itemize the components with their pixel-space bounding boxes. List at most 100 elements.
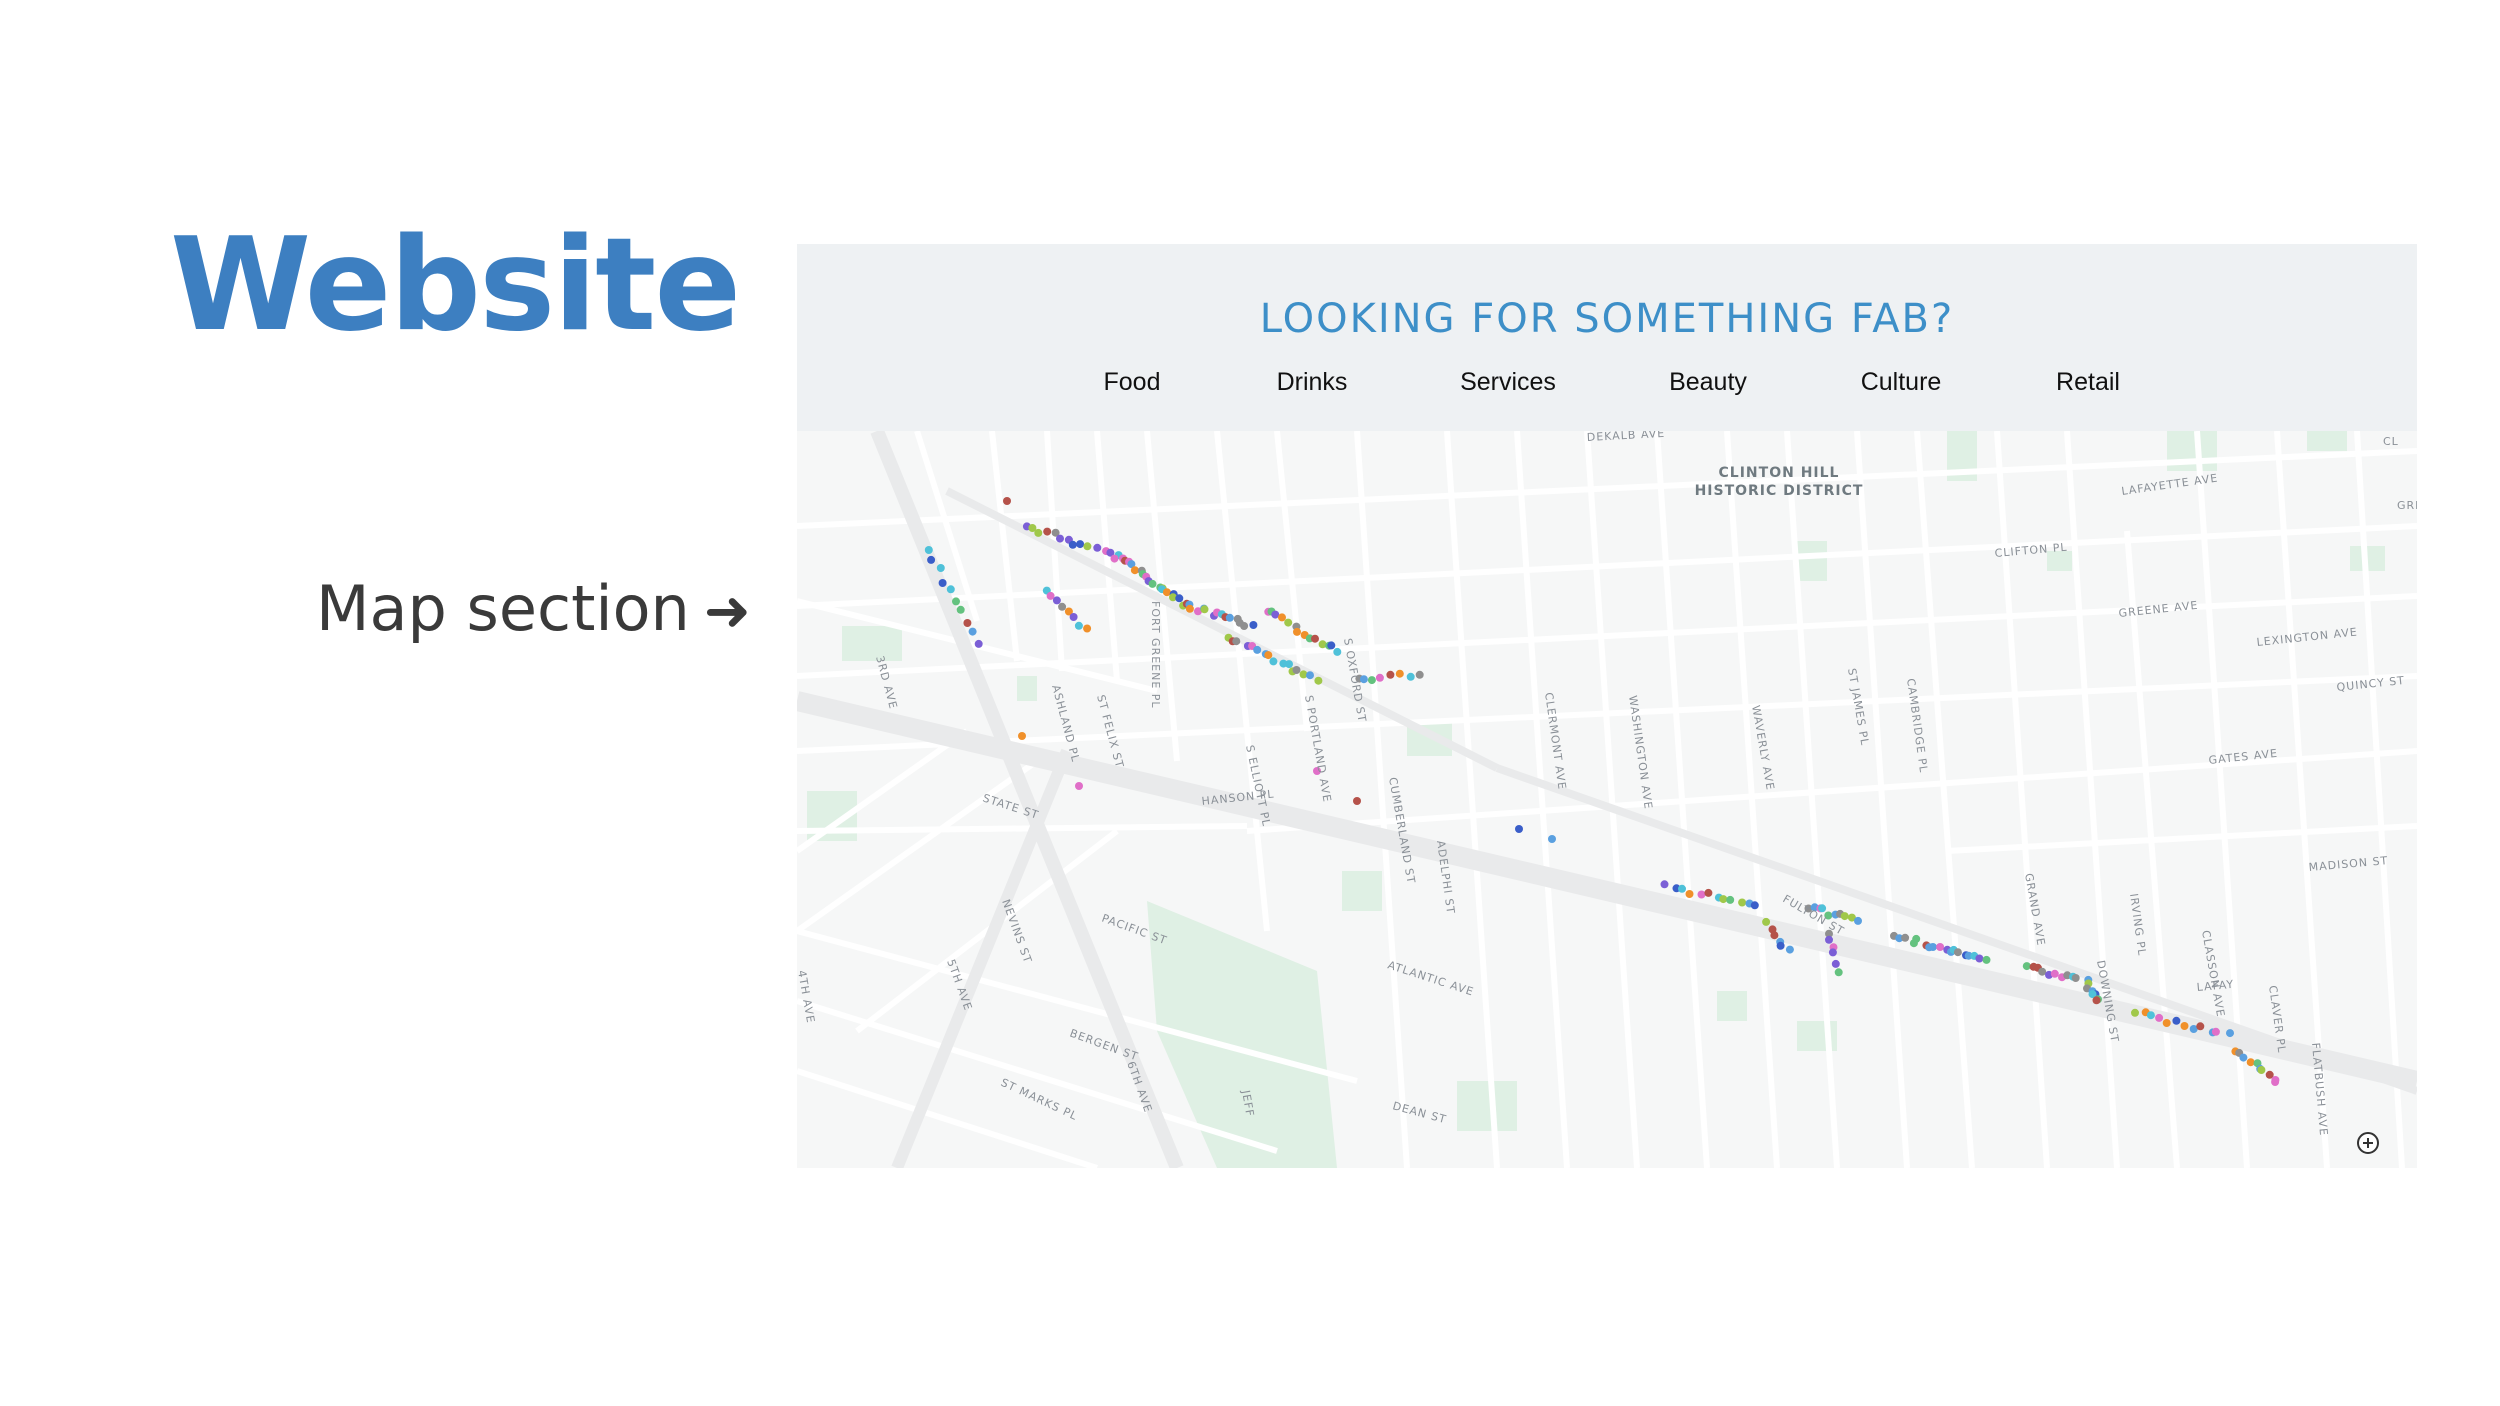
poi-marker[interactable] xyxy=(1185,604,1194,613)
poi-marker[interactable] xyxy=(1083,624,1092,633)
poi-marker[interactable] xyxy=(2246,1058,2255,1067)
poi-marker[interactable] xyxy=(1982,955,1991,964)
poi-marker[interactable] xyxy=(1264,651,1273,660)
poi-marker[interactable] xyxy=(2172,1016,2181,1025)
nav-drinks[interactable]: Drinks xyxy=(1277,368,1348,397)
poi-marker[interactable] xyxy=(2155,1013,2164,1022)
poi-marker[interactable] xyxy=(1704,888,1713,897)
poi-marker[interactable] xyxy=(1292,666,1301,674)
poi-marker[interactable] xyxy=(1785,945,1794,954)
poi-marker[interactable] xyxy=(2196,1022,2205,1031)
poi-marker[interactable] xyxy=(1901,933,1910,942)
poi-marker[interactable] xyxy=(2271,1078,2280,1086)
poi-marker[interactable] xyxy=(963,619,972,627)
poi-marker[interactable] xyxy=(1148,579,1157,588)
poi-marker[interactable] xyxy=(2239,1053,2248,1062)
poi-marker[interactable] xyxy=(1776,941,1785,950)
poi-marker[interactable] xyxy=(1738,898,1747,907)
poi-marker[interactable] xyxy=(924,546,933,554)
poi-marker[interactable] xyxy=(1840,912,1849,921)
poi-marker[interactable] xyxy=(1069,613,1078,621)
poi-marker[interactable] xyxy=(1306,671,1314,680)
poi-marker[interactable] xyxy=(1074,621,1083,630)
nav-food[interactable]: Food xyxy=(1104,368,1161,397)
poi-marker[interactable] xyxy=(1415,670,1424,679)
poi-marker[interactable] xyxy=(1375,673,1384,682)
poi-marker[interactable] xyxy=(1318,640,1327,649)
poi-marker[interactable] xyxy=(1726,895,1735,904)
poi-marker[interactable] xyxy=(1548,835,1556,843)
poi-marker[interactable] xyxy=(1314,676,1323,685)
poi-marker[interactable] xyxy=(1293,627,1301,636)
poi-marker[interactable] xyxy=(2180,1022,2189,1030)
zoom-in-icon[interactable] xyxy=(2357,1132,2379,1154)
poi-marker[interactable] xyxy=(1406,672,1415,681)
poi-marker[interactable] xyxy=(1034,528,1043,537)
poi-marker[interactable] xyxy=(1043,527,1052,536)
poi-marker[interactable] xyxy=(1395,669,1404,678)
poi-marker[interactable] xyxy=(2022,962,2031,971)
poi-marker[interactable] xyxy=(1831,959,1840,968)
poi-marker[interactable] xyxy=(1130,566,1139,575)
poi-marker[interactable] xyxy=(1697,890,1706,899)
poi-marker[interactable] xyxy=(1232,637,1241,646)
poi-marker[interactable] xyxy=(2038,967,2047,976)
poi-marker[interactable] xyxy=(1284,618,1293,627)
poi-marker[interactable] xyxy=(1828,948,1837,957)
poi-marker[interactable] xyxy=(1093,543,1102,552)
poi-marker[interactable] xyxy=(2257,1066,2266,1074)
poi-marker[interactable] xyxy=(2211,1027,2220,1036)
poi-marker[interactable] xyxy=(1003,497,1011,505)
poi-marker[interactable] xyxy=(2162,1019,2171,1027)
poi-marker[interactable] xyxy=(927,555,936,564)
poi-marker[interactable] xyxy=(1311,634,1319,643)
poi-marker[interactable] xyxy=(1762,917,1771,926)
poi-marker[interactable] xyxy=(1018,732,1026,740)
poi-marker[interactable] xyxy=(1052,596,1061,605)
poi-marker[interactable] xyxy=(1075,782,1083,790)
poi-marker[interactable] xyxy=(1750,901,1759,910)
poi-marker[interactable] xyxy=(1719,895,1728,904)
poi-marker[interactable] xyxy=(1058,602,1067,611)
poi-marker[interactable] xyxy=(2146,1011,2155,1020)
poi-marker[interactable] xyxy=(1685,890,1694,898)
poi-marker[interactable] xyxy=(946,585,955,594)
nav-culture[interactable]: Culture xyxy=(1861,368,1942,397)
poi-marker[interactable] xyxy=(956,605,965,614)
poi-marker[interactable] xyxy=(1515,825,1523,833)
poi-marker[interactable] xyxy=(1770,931,1779,940)
poi-marker[interactable] xyxy=(1936,943,1945,951)
poi-marker[interactable] xyxy=(1975,954,1984,963)
poi-marker[interactable] xyxy=(1333,647,1342,656)
poi-marker[interactable] xyxy=(1240,622,1249,630)
poi-marker[interactable] xyxy=(1834,968,1843,977)
poi-marker[interactable] xyxy=(1083,542,1092,551)
poi-marker[interactable] xyxy=(2071,974,2080,982)
poi-marker[interactable] xyxy=(1678,884,1686,893)
poi-marker[interactable] xyxy=(1056,534,1064,543)
poi-marker[interactable] xyxy=(1076,540,1085,549)
nav-services[interactable]: Services xyxy=(1460,368,1556,397)
poi-marker[interactable] xyxy=(1953,948,1962,957)
poi-marker[interactable] xyxy=(2050,969,2059,978)
poi-marker[interactable] xyxy=(968,627,977,636)
poi-marker[interactable] xyxy=(1249,621,1258,629)
poi-marker[interactable] xyxy=(938,579,947,587)
poi-marker[interactable] xyxy=(952,597,960,606)
poi-marker[interactable] xyxy=(1200,605,1209,614)
poi-marker[interactable] xyxy=(1386,670,1395,679)
poi-marker[interactable] xyxy=(1285,660,1293,669)
poi-marker[interactable] xyxy=(1162,588,1171,597)
nav-beauty[interactable]: Beauty xyxy=(1669,368,1747,397)
poi-marker[interactable] xyxy=(974,639,983,648)
poi-marker[interactable] xyxy=(1912,934,1921,943)
poi-marker[interactable] xyxy=(1327,641,1336,650)
poi-marker[interactable] xyxy=(2226,1029,2234,1038)
map-canvas[interactable]: DEKALB AVELAFAYETTE AVECLIFTON PLGREENE … xyxy=(797,431,2417,1168)
poi-marker[interactable] xyxy=(2092,996,2101,1005)
poi-marker[interactable] xyxy=(1367,676,1376,685)
poi-marker[interactable] xyxy=(1269,657,1278,666)
poi-marker[interactable] xyxy=(1854,916,1862,925)
poi-marker[interactable] xyxy=(1660,880,1669,889)
poi-marker[interactable] xyxy=(1110,554,1119,563)
